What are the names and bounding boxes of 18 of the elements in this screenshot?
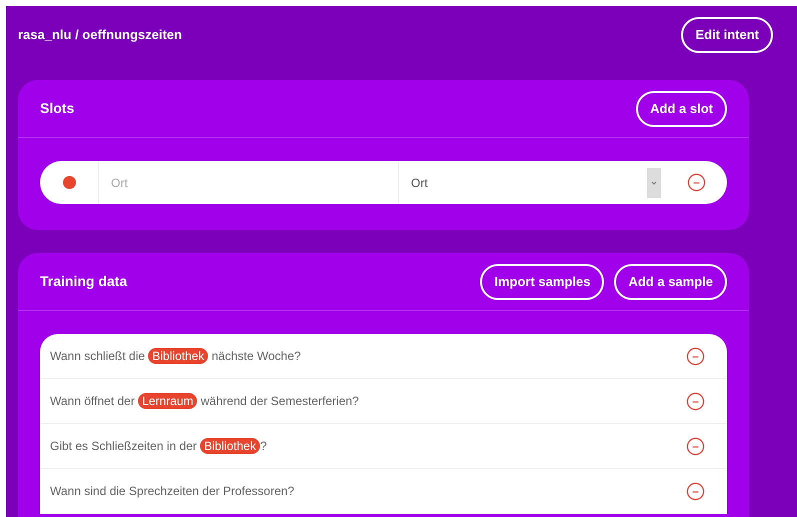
- section-title: Training data: [40, 272, 128, 291]
- add-slot-button[interactable]: Add a slot: [636, 90, 727, 126]
- entity-select[interactable]: Ort: [398, 161, 665, 204]
- remove-icon[interactable]: [686, 482, 705, 500]
- panel-button[interactable]: Add a sample: [614, 264, 727, 300]
- remove-icon[interactable]: [686, 346, 705, 366]
- sample-text: Wann schließt die Bibliothek nächste Woche?: [50, 347, 302, 365]
- sample-text: Wann öffnet der Lernraum während der Semesterferien?: [50, 392, 360, 410]
- breadcrumb: rasa_nlu / oeffnungszeiten: [18, 26, 182, 44]
- section-title: Slots: [40, 99, 74, 118]
- caret-icon: [647, 168, 661, 198]
- sample-text: Wann sind die Sprechzeiten der Professoren?: [50, 483, 296, 500]
- panel-button[interactable]: Import samples: [480, 264, 604, 300]
- sample-text: Gibt es Schließzeiten in der Bibliothek ?: [50, 437, 268, 455]
- edit-intent-button[interactable]: Edit intent: [681, 17, 773, 53]
- remove-icon[interactable]: [686, 436, 705, 456]
- remove-icon[interactable]: [686, 392, 705, 410]
- remove-icon[interactable]: [686, 173, 706, 192]
